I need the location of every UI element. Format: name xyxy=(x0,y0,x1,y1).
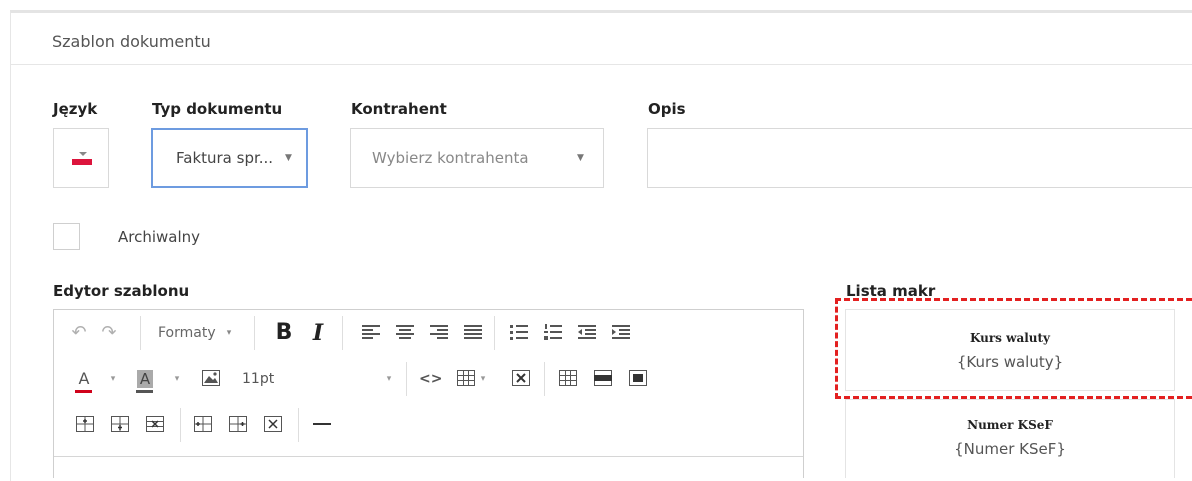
font-size-select[interactable]: 11pt xyxy=(242,356,282,402)
align-right-icon[interactable] xyxy=(430,324,448,340)
italic-button[interactable]: I xyxy=(306,310,330,356)
macro-value: {Numer KSeF} xyxy=(954,440,1066,458)
merge-cells-icon[interactable] xyxy=(629,370,647,386)
polish-flag-icon xyxy=(72,156,92,165)
font-color-button[interactable]: A xyxy=(74,356,94,402)
redo-icon[interactable]: ↷ xyxy=(98,310,120,356)
delete-column-icon[interactable] xyxy=(264,416,282,432)
bold-button[interactable]: B xyxy=(272,310,296,356)
template-editor: ↶ ↷ Formaty ▾ B I A ▾ A ▾ 11pt ▾ <> ▾ xyxy=(53,309,804,478)
undo-icon[interactable]: ↶ xyxy=(68,310,90,356)
insert-row-before-icon[interactable] xyxy=(76,416,94,432)
toolbar-divider xyxy=(180,408,181,442)
delete-row-icon[interactable] xyxy=(146,416,164,432)
archived-label: Archiwalny xyxy=(118,228,201,246)
doc-type-select[interactable]: Faktura spr... ▼ xyxy=(151,128,308,188)
toolbar-row-2: A ▾ A ▾ 11pt ▾ <> ▾ xyxy=(54,356,803,402)
row-properties-icon[interactable] xyxy=(594,370,612,386)
doc-type-label: Typ dokumentu xyxy=(152,100,283,118)
insert-column-after-icon[interactable] xyxy=(229,416,247,432)
toolbar-divider xyxy=(298,408,299,442)
numbered-list-icon[interactable] xyxy=(544,324,562,340)
toolbar-divider xyxy=(254,316,255,350)
toolbar-divider xyxy=(406,362,407,396)
macro-item-numer-ksef[interactable]: Numer KSeF {Numer KSeF} xyxy=(845,399,1175,478)
language-label: Język xyxy=(53,100,98,118)
chevron-down-icon[interactable]: ▾ xyxy=(170,356,184,402)
table-icon[interactable] xyxy=(457,370,475,386)
indent-icon[interactable] xyxy=(612,324,630,340)
image-icon[interactable] xyxy=(202,370,220,386)
align-justify-icon[interactable] xyxy=(464,324,482,340)
horizontal-line-icon[interactable] xyxy=(313,423,331,426)
background-color-swatch xyxy=(136,390,153,393)
toolbar-row-1: ↶ ↷ Formaty ▾ B I xyxy=(54,310,803,356)
chevron-down-icon[interactable]: ▾ xyxy=(382,356,396,402)
outdent-icon[interactable] xyxy=(578,324,596,340)
align-center-icon[interactable] xyxy=(396,324,414,340)
macro-name: Numer KSeF xyxy=(967,418,1053,432)
chevron-down-icon[interactable]: ▾ xyxy=(106,356,120,402)
chevron-down-icon: ▼ xyxy=(577,153,584,163)
archived-checkbox[interactable] xyxy=(53,223,80,250)
background-color-glyph: A xyxy=(137,370,153,388)
highlight-annotation xyxy=(835,298,1192,399)
toolbar-divider xyxy=(544,362,545,396)
doc-type-value: Faktura spr... xyxy=(176,149,274,167)
source-code-icon[interactable]: <> xyxy=(419,356,442,402)
editor-content-area[interactable] xyxy=(54,456,803,480)
formats-dropdown[interactable]: Formaty xyxy=(158,310,218,356)
editor-label: Edytor szablonu xyxy=(53,282,190,300)
toolbar-divider xyxy=(494,316,495,350)
chevron-down-icon: ▼ xyxy=(285,153,292,163)
bullet-list-icon[interactable] xyxy=(510,324,528,340)
chevron-down-icon[interactable]: ▾ xyxy=(476,356,490,402)
chevron-down-icon[interactable]: ▾ xyxy=(219,310,239,356)
toolbar-divider xyxy=(342,316,343,350)
toolbar-row-3 xyxy=(54,402,803,448)
title-divider xyxy=(11,64,1192,65)
panel-title: Szablon dokumentu xyxy=(52,32,211,51)
contractor-select[interactable]: Wybierz kontrahenta ▼ xyxy=(350,128,604,188)
toolbar-divider xyxy=(140,316,141,350)
align-left-icon[interactable] xyxy=(362,324,380,340)
contractor-placeholder: Wybierz kontrahenta xyxy=(372,149,529,167)
insert-column-before-icon[interactable] xyxy=(194,416,212,432)
delete-table-icon[interactable] xyxy=(512,370,530,386)
table-properties-icon[interactable] xyxy=(559,370,577,386)
description-label: Opis xyxy=(648,100,686,118)
background-color-button[interactable]: A xyxy=(134,356,156,402)
contractor-label: Kontrahent xyxy=(351,100,447,118)
insert-row-after-icon[interactable] xyxy=(111,416,129,432)
language-select[interactable] xyxy=(53,128,109,188)
font-color-swatch xyxy=(75,390,92,393)
description-input[interactable] xyxy=(647,128,1192,188)
